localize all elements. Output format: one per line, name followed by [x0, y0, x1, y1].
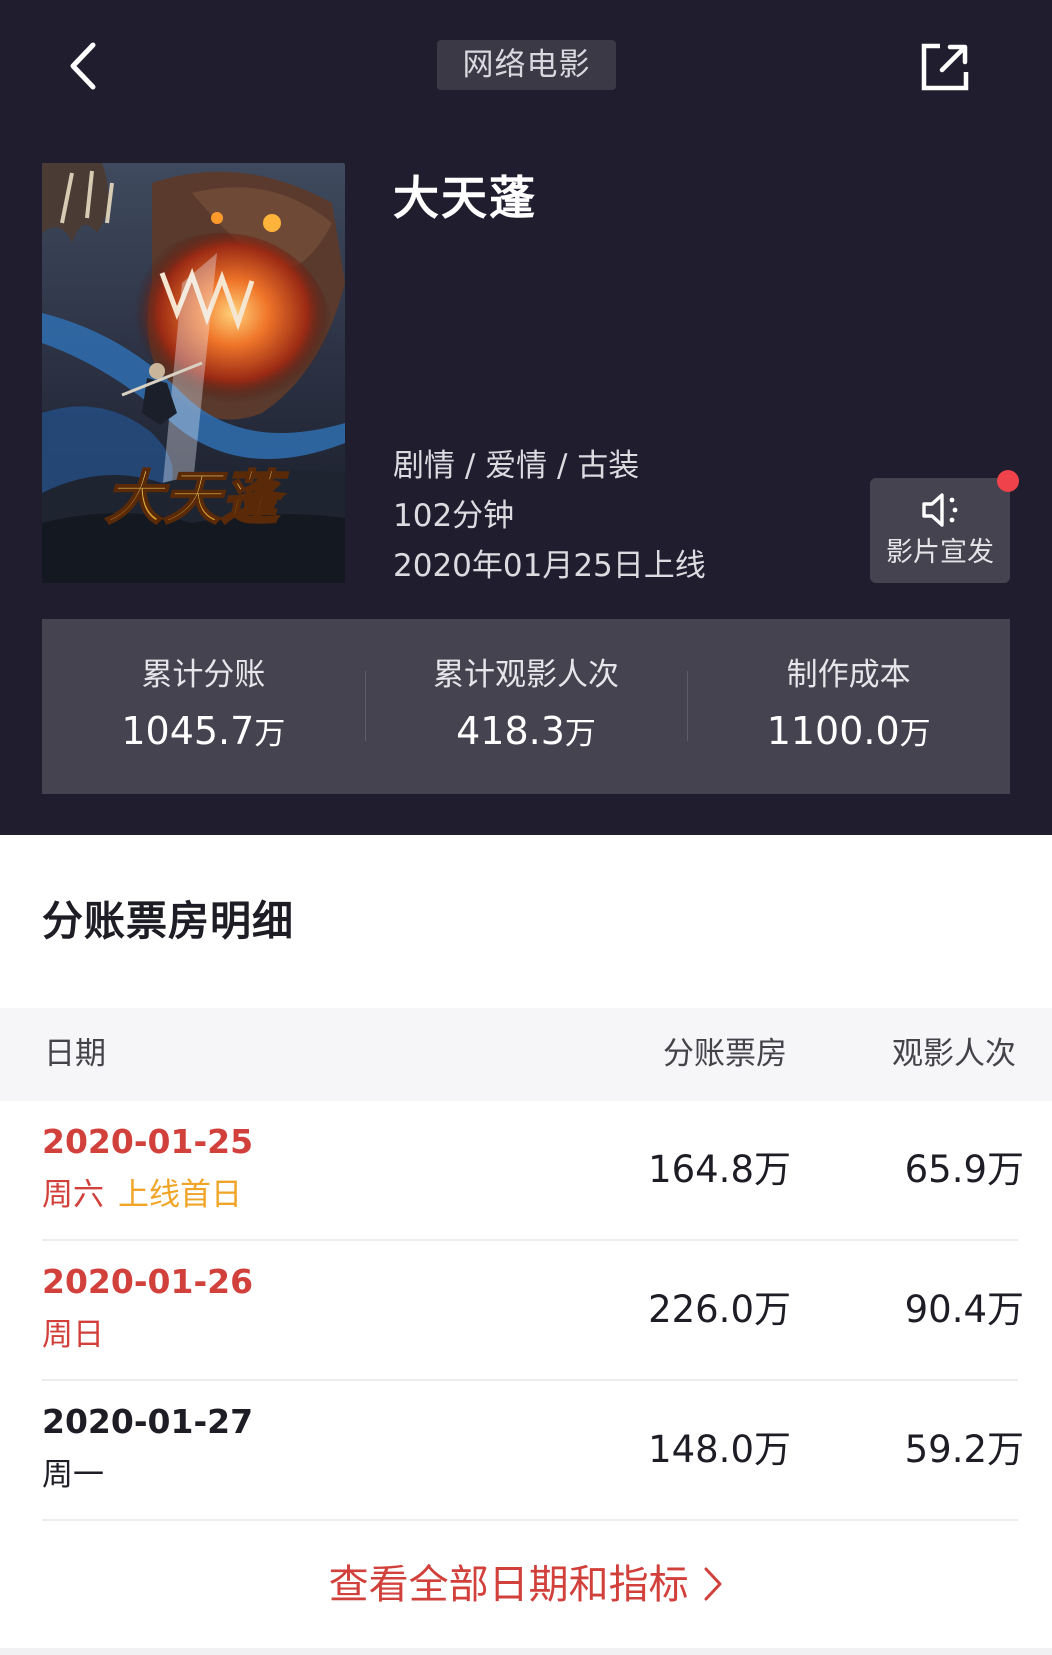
stat-total-viewers: 累计观影人次 418.3万: [364, 619, 688, 794]
movie-genres: 剧情 / 爱情 / 古装: [393, 448, 640, 484]
stats-card: 累计分账 1045.7万 累计观影人次 418.3万 制作成本 1100.0万: [42, 619, 1010, 794]
stat-total-share: 累计分账 1045.7万: [42, 619, 365, 794]
chevron-left-icon: [70, 42, 96, 90]
stat-unit: 万: [564, 716, 596, 752]
movie-release-date: 2020年01月25日上线: [393, 548, 706, 584]
table-row[interactable]: 2020-01-25 周六 上线首日 164.8万 65.9万: [42, 1101, 1024, 1241]
row-date: 2020-01-26: [42, 1262, 254, 1301]
row-viewers: 59.2万: [904, 1428, 1024, 1471]
chevron-right-icon: [704, 1567, 722, 1601]
poster-artwork: 大天蓬: [42, 163, 345, 583]
row-badge: 上线首日: [118, 1177, 242, 1213]
stat-label: 制作成本: [786, 657, 911, 693]
row-weekday: 周日: [42, 1317, 104, 1353]
stat-number: 1100.0: [766, 709, 900, 753]
stat-label: 累计观影人次: [433, 657, 619, 693]
stat-value: 1045.7万: [42, 707, 365, 758]
notification-dot: [997, 470, 1019, 492]
stat-value: 1100.0万: [687, 707, 1010, 758]
movie-title: 大天蓬: [393, 171, 537, 225]
row-weekday: 周六: [42, 1177, 104, 1213]
share-button[interactable]: [918, 40, 972, 94]
stat-number: 1045.7: [121, 709, 255, 753]
back-button[interactable]: [60, 38, 106, 94]
row-date: 2020-01-25: [42, 1122, 254, 1161]
row-date: 2020-01-27: [42, 1402, 254, 1441]
poster-title-art: 大天蓬: [105, 464, 289, 532]
movie-detail-page: 网络电影 大天蓬 大天蓬 剧情 / 爱情 / 古装 102分钟 2020年01月…: [0, 0, 1052, 1655]
table-row[interactable]: 2020-01-26 周日 226.0万 90.4万: [42, 1241, 1024, 1381]
stat-number: 418.3: [456, 709, 565, 753]
row-box-office: 148.0万: [648, 1428, 791, 1471]
column-header-viewers: 观影人次: [892, 1036, 1016, 1072]
movie-type-tag: 网络电影: [437, 40, 616, 90]
share-icon: [921, 43, 969, 91]
table-row[interactable]: 2020-01-27 周一 148.0万 59.2万: [42, 1381, 1024, 1521]
movie-header: 网络电影 大天蓬 大天蓬 剧情 / 爱情 / 古装 102分钟 2020年01月…: [0, 0, 1052, 835]
stat-label: 累计分账: [141, 657, 266, 693]
promo-button[interactable]: 影片宣发: [870, 478, 1010, 583]
view-all-label: 查看全部日期和指标: [328, 1562, 689, 1608]
movie-poster[interactable]: 大天蓬: [42, 163, 345, 583]
speaker-icon: [922, 493, 958, 527]
stat-value: 418.3万: [365, 707, 688, 758]
column-header-box-office: 分账票房: [663, 1036, 787, 1072]
row-subtitle: 周日: [42, 1313, 104, 1357]
row-viewers: 65.9万: [904, 1148, 1024, 1191]
view-all-link[interactable]: 查看全部日期和指标: [0, 1557, 1052, 1613]
row-viewers: 90.4万: [904, 1288, 1024, 1331]
bottom-divider: [0, 1648, 1052, 1655]
promo-button-label: 影片宣发: [886, 537, 994, 568]
section-title: 分账票房明细: [42, 897, 294, 945]
stat-unit: 万: [899, 716, 931, 752]
stat-production-cost: 制作成本 1100.0万: [687, 619, 1010, 794]
row-subtitle: 周六 上线首日: [42, 1173, 242, 1217]
movie-duration: 102分钟: [393, 498, 515, 534]
column-header-date: 日期: [44, 1036, 106, 1072]
table-header: 日期 分账票房 观影人次: [0, 1008, 1052, 1101]
row-weekday: 周一: [42, 1457, 104, 1493]
row-box-office: 226.0万: [648, 1288, 791, 1331]
row-box-office: 164.8万: [648, 1148, 791, 1191]
stat-unit: 万: [254, 716, 286, 752]
row-subtitle: 周一: [42, 1453, 104, 1497]
